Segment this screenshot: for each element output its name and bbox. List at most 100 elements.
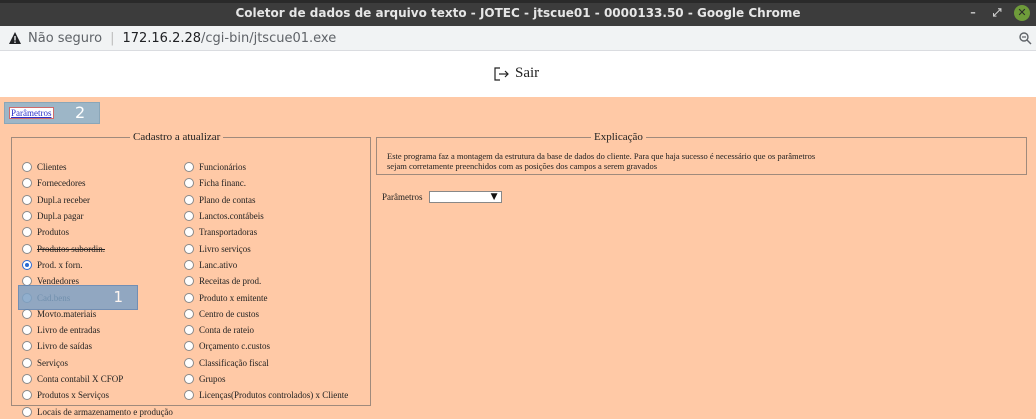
- radio-button[interactable]: [22, 374, 32, 384]
- maximize-button[interactable]: ⤢: [990, 6, 1004, 20]
- radio-button[interactable]: [22, 194, 32, 205]
- cadastro-option-label: Dupl.a pagar: [37, 211, 84, 222]
- sair-label: Sair: [515, 65, 540, 81]
- cadastro-option[interactable]: Ficha financ.: [184, 175, 348, 191]
- cadastro-option[interactable]: Produtos subordin.: [22, 240, 173, 256]
- cadastro-option-label: Dupl.a receber: [37, 194, 90, 205]
- zoom-icon[interactable]: [1018, 31, 1032, 45]
- cadastro-option-label: Livro de saídas: [37, 341, 92, 352]
- parametros-label: Parâmetros: [382, 192, 423, 202]
- cadastro-option[interactable]: Licenças(Produtos controlados) x Cliente: [184, 387, 348, 403]
- radio-button[interactable]: [184, 162, 194, 173]
- close-button[interactable]: ✕: [1014, 5, 1030, 21]
- radio-button[interactable]: [22, 308, 32, 319]
- radio-button[interactable]: [22, 211, 32, 222]
- cadastro-option-label: Orçamento c.custos: [199, 341, 270, 352]
- cadastro-option[interactable]: Conta de rateio: [184, 322, 348, 338]
- radio-button[interactable]: [22, 178, 32, 189]
- cadastro-option[interactable]: Plano de contas: [184, 192, 348, 208]
- sair-button[interactable]: Sair: [493, 65, 539, 82]
- cadastro-option-label: Funcionários: [199, 162, 246, 173]
- cadastro-option[interactable]: Lanctos.contábeis: [184, 208, 348, 224]
- cadastro-option-label: Serviços: [37, 357, 68, 368]
- cadastro-option[interactable]: Livro de entradas: [22, 322, 173, 338]
- radio-button[interactable]: [184, 325, 194, 336]
- main-content: Parâmetros 2 Cadastro a atualizar Client…: [0, 97, 1036, 419]
- cadastro-option[interactable]: Produtos x Serviços: [22, 387, 173, 403]
- cadastro-option[interactable]: Prod. x forn.: [22, 257, 173, 273]
- cadastro-option[interactable]: Lanc.ativo: [184, 257, 348, 273]
- cadastro-option-label: Grupos: [199, 374, 226, 384]
- radio-button[interactable]: [184, 178, 194, 189]
- cadastro-option[interactable]: Livro serviços: [184, 240, 348, 256]
- radio-button[interactable]: [184, 259, 194, 270]
- chevron-down-icon: ▼: [490, 192, 498, 202]
- cadastro-option-label: Clientes: [37, 162, 67, 173]
- cadastro-option[interactable]: Dupl.a receber: [22, 192, 173, 208]
- cadastro-legend: Cadastro a atualizar: [133, 131, 221, 143]
- radio-button[interactable]: [184, 243, 194, 254]
- parametros-tab-annotation: Parâmetros 2: [4, 102, 100, 124]
- cadastro-option-label: Lanc.ativo: [199, 259, 238, 270]
- radio-button[interactable]: [184, 194, 194, 205]
- radio-button[interactable]: [184, 357, 194, 368]
- radio-button[interactable]: [22, 341, 32, 352]
- warning-icon[interactable]: [8, 31, 22, 45]
- cadastro-option[interactable]: Dupl.a pagar: [22, 208, 173, 224]
- cadastro-option-label: Classificação fiscal: [199, 357, 269, 368]
- cadastro-option-label: Conta de rateio: [199, 325, 254, 336]
- parametros-select[interactable]: ▼: [428, 191, 502, 203]
- radio-button[interactable]: [184, 308, 194, 319]
- exit-icon: [494, 66, 509, 81]
- radio-button[interactable]: [184, 341, 194, 352]
- radio-button[interactable]: [184, 276, 194, 287]
- radio-button[interactable]: [22, 390, 32, 401]
- minimize-button[interactable]: –: [966, 6, 980, 20]
- radio-button[interactable]: [22, 406, 32, 417]
- cadastro-option[interactable]: Conta contabil X CFOP: [22, 371, 173, 387]
- cadastro-column-2: Funcionários Ficha financ. Plano de contas…: [184, 159, 348, 403]
- security-label[interactable]: Não seguro: [28, 31, 102, 46]
- cadastro-option[interactable]: Produto x emitente: [184, 289, 348, 305]
- radio-button[interactable]: [184, 211, 194, 222]
- cadastro-option[interactable]: Grupos: [184, 371, 348, 387]
- radio-button[interactable]: [184, 374, 194, 384]
- cadastro-option[interactable]: Funcionários: [184, 159, 348, 175]
- cadastro-option[interactable]: Centro de custos: [184, 306, 348, 322]
- radio-button[interactable]: [22, 243, 32, 254]
- radio-button[interactable]: [22, 259, 32, 270]
- address-bar[interactable]: Não seguro | 172.16.2.28 /cgi-bin/jtscue…: [0, 26, 1036, 51]
- parametros-link[interactable]: Parâmetros: [9, 107, 54, 119]
- cadastro-option-label: Livro de entradas: [37, 325, 100, 336]
- radio-button[interactable]: [184, 227, 194, 238]
- cadastro-option[interactable]: Classificação fiscal: [184, 355, 348, 371]
- address-separator: |: [110, 30, 115, 46]
- cadastro-option[interactable]: Fornecedores: [22, 175, 173, 191]
- url-path[interactable]: /cgi-bin/jtscue01.exe: [201, 31, 336, 46]
- cadastro-option[interactable]: Serviços: [22, 355, 173, 371]
- cadastro-option-label: Produtos x Serviços: [37, 390, 109, 401]
- cadastro-option[interactable]: Transportadoras: [184, 224, 348, 240]
- cadastro-option[interactable]: Locais de armazenamento e produção: [22, 403, 173, 419]
- radio-button[interactable]: [184, 390, 194, 401]
- radio-button[interactable]: [22, 357, 32, 368]
- radio-button[interactable]: [184, 292, 194, 303]
- cadastro-option[interactable]: Clientes: [22, 159, 173, 175]
- radio-button[interactable]: [22, 227, 32, 238]
- selection-annotation: 1: [18, 285, 138, 310]
- cadastro-option[interactable]: Produtos: [22, 224, 173, 240]
- cadastro-option[interactable]: Receitas de prod.: [184, 273, 348, 289]
- cadastro-option-label: Licenças(Produtos controlados) x Cliente: [199, 390, 349, 401]
- radio-button[interactable]: [22, 162, 32, 173]
- url-host[interactable]: 172.16.2.28: [122, 31, 201, 46]
- cadastro-option-label: Fornecedores: [37, 178, 86, 189]
- titlebar-strip: [0, 0, 1036, 3]
- cadastro-option[interactable]: Orçamento c.custos: [184, 338, 348, 354]
- cadastro-option-label: Lanctos.contábeis: [199, 211, 264, 222]
- cadastro-option-label: Transportadoras: [199, 227, 258, 238]
- cadastro-option-label: Produto x emitente: [199, 292, 268, 303]
- radio-button[interactable]: [22, 325, 32, 336]
- cadastro-option[interactable]: Livro de saídas: [22, 338, 173, 354]
- cadastro-option-label: Livro serviços: [199, 243, 251, 254]
- cadastro-option-label: Locais de armazenamento e produção: [37, 406, 173, 417]
